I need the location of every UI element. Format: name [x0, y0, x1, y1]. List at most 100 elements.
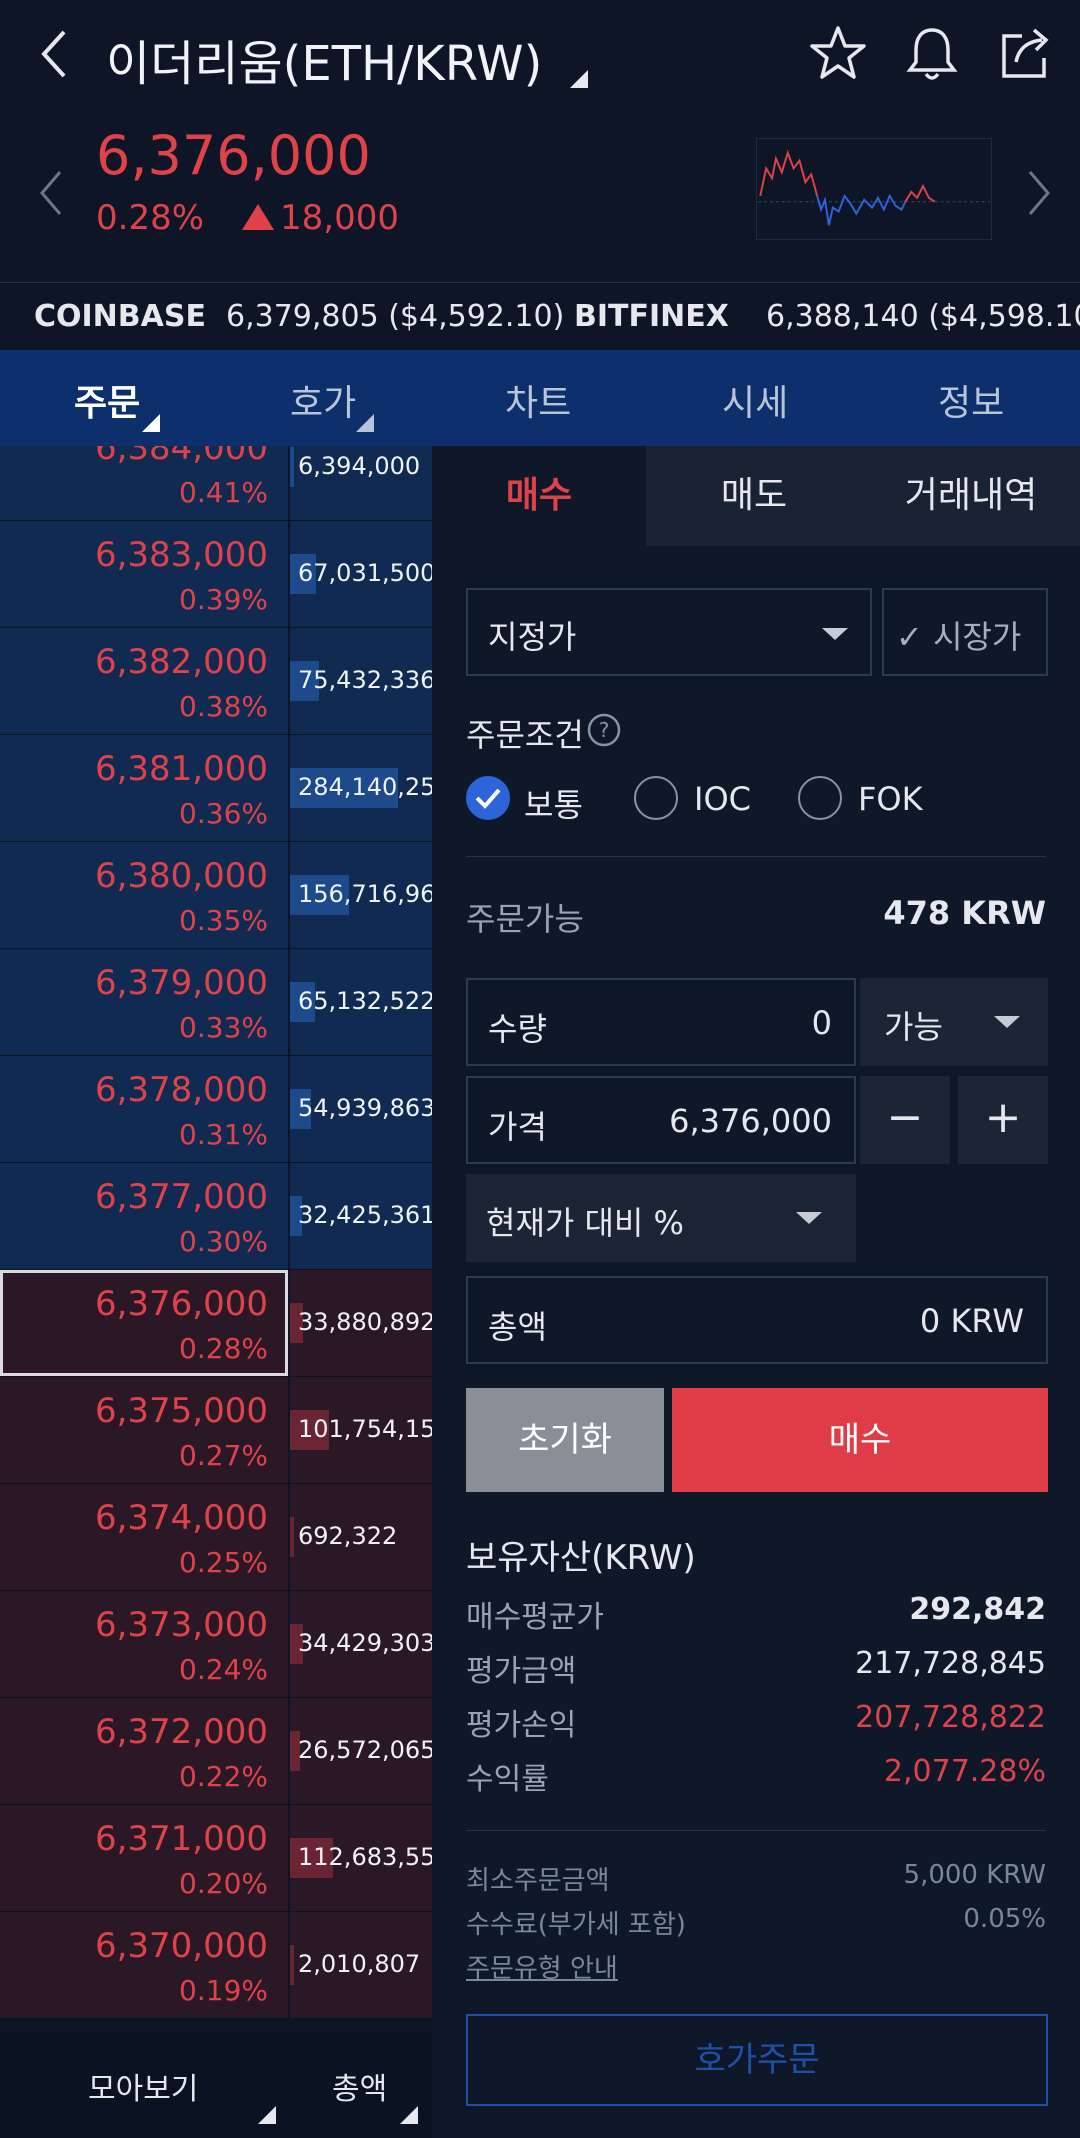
price-cell[interactable]: 6,383,000 0.39%: [0, 521, 288, 627]
exchange-name: COINBASE: [34, 299, 206, 334]
orderbook-order-button[interactable]: 호가주문: [466, 2014, 1048, 2106]
order-book-row-current[interactable]: 6,376,000 0.28% 33,880,892: [0, 1270, 432, 1377]
mini-price-chart[interactable]: [756, 138, 992, 240]
price-cell[interactable]: 6,372,000 0.22%: [0, 1698, 288, 1804]
tab-buy[interactable]: 매수: [432, 446, 646, 546]
quantity-input[interactable]: 수량 0: [466, 978, 856, 1066]
price-cell[interactable]: 6,382,000 0.38%: [0, 628, 288, 734]
group-view-button[interactable]: 모아보기: [88, 2064, 198, 2108]
order-book-row[interactable]: 6,378,000 0.31% 54,939,863: [0, 1056, 432, 1163]
order-book-footer: 모아보기 총액: [0, 2032, 432, 2138]
row-volume: 6,394,000: [298, 452, 421, 480]
radio-ioc[interactable]: [634, 776, 678, 820]
top-bar: 이더리움(ETH/KRW): [0, 0, 1080, 110]
reset-button[interactable]: 초기화: [466, 1388, 664, 1492]
order-book-row[interactable]: 6,384,000 0.41% 6,394,000: [0, 446, 432, 521]
row-pct: 0.30%: [179, 1225, 268, 1258]
row-price: 6,374,000: [94, 1498, 268, 1538]
volume-bar: [290, 447, 294, 487]
row-pct: 0.19%: [179, 1974, 268, 2007]
price-cell[interactable]: 6,378,000 0.31%: [0, 1056, 288, 1162]
row-pct: 0.27%: [179, 1439, 268, 1472]
price-cell[interactable]: 6,370,000 0.19%: [0, 1912, 288, 2018]
volume-cell: 692,322: [290, 1484, 432, 1590]
price-decrease-button[interactable]: −: [860, 1076, 950, 1164]
page-title[interactable]: 이더리움(ETH/KRW): [106, 24, 542, 94]
order-type-select[interactable]: 지정가: [466, 588, 872, 676]
price-input[interactable]: 가격 6,376,000: [466, 1076, 856, 1164]
price-cell[interactable]: 6,374,000 0.25%: [0, 1484, 288, 1590]
price-cell[interactable]: 6,373,000 0.24%: [0, 1591, 288, 1697]
order-book-row[interactable]: 6,379,000 0.33% 65,132,522: [0, 949, 432, 1056]
row-pct: 0.35%: [179, 904, 268, 937]
price-increase-button[interactable]: +: [958, 1076, 1048, 1164]
quantity-option-value: 가능: [884, 1008, 943, 1046]
chevron-down-icon: [796, 1212, 822, 1224]
tab-order[interactable]: 주문: [74, 374, 140, 426]
price-cell[interactable]: 6,376,000 0.28%: [0, 1270, 288, 1376]
market-order-toggle[interactable]: ✓ 시장가: [882, 588, 1048, 676]
prev-coin-arrow-icon[interactable]: [36, 168, 66, 218]
row-pct: 0.24%: [179, 1653, 268, 1686]
help-icon[interactable]: ?: [586, 712, 622, 748]
divider: [466, 1830, 1046, 1831]
order-book-row[interactable]: 6,371,000 0.20% 112,683,553: [0, 1805, 432, 1912]
star-icon[interactable]: [806, 22, 870, 86]
row-price: 6,383,000: [94, 535, 268, 575]
order-book-row[interactable]: 6,374,000 0.25% 692,322: [0, 1484, 432, 1591]
next-coin-arrow-icon[interactable]: [1024, 168, 1054, 218]
radio-normal[interactable]: [466, 776, 510, 820]
back-arrow-icon[interactable]: [34, 24, 78, 84]
price-cell[interactable]: 6,377,000 0.30%: [0, 1163, 288, 1269]
order-book-row[interactable]: 6,370,000 0.19% 2,010,807: [0, 1912, 432, 2019]
row-pct: 0.20%: [179, 1867, 268, 1900]
exchange-price: 6,379,805 ($4,592.10): [226, 299, 565, 334]
buy-button[interactable]: 매수: [672, 1388, 1048, 1492]
tab-orderbook[interactable]: 호가: [290, 374, 356, 426]
quantity-label: 수량: [488, 1010, 547, 1048]
return-rate-value: 2,077.28%: [883, 1754, 1046, 1789]
ratio-select[interactable]: 현재가 대비 %: [466, 1174, 856, 1262]
order-book-row[interactable]: 6,383,000 0.39% 67,031,500: [0, 521, 432, 628]
main-tab-bar: 주문 호가 차트 시세 정보: [0, 350, 1080, 446]
price-cell[interactable]: 6,379,000 0.33%: [0, 949, 288, 1055]
order-book-row[interactable]: 6,382,000 0.38% 75,432,336: [0, 628, 432, 735]
row-volume: 101,754,151: [298, 1415, 432, 1443]
order-book-row[interactable]: 6,381,000 0.36% 284,140,253: [0, 735, 432, 842]
total-input[interactable]: 총액 0 KRW: [466, 1276, 1048, 1364]
eval-pl-label: 평가손익: [466, 1708, 577, 1743]
tab-info[interactable]: 정보: [938, 374, 1004, 426]
order-book-row[interactable]: 6,375,000 0.27% 101,754,151: [0, 1377, 432, 1484]
share-icon[interactable]: [994, 22, 1058, 86]
tab-chart[interactable]: 차트: [505, 374, 571, 426]
price-cell[interactable]: 6,375,000 0.27%: [0, 1377, 288, 1483]
price-cell[interactable]: 6,380,000 0.35%: [0, 842, 288, 948]
total-toggle-button[interactable]: 총액: [332, 2064, 387, 2108]
order-type-guide-link[interactable]: 주문유형 안내: [466, 1948, 618, 1985]
price-cell[interactable]: 6,371,000 0.20%: [0, 1805, 288, 1911]
order-book-row[interactable]: 6,377,000 0.30% 32,425,361: [0, 1163, 432, 1270]
tab-history[interactable]: 거래내역: [862, 446, 1080, 546]
tab-sell[interactable]: 매도: [646, 446, 862, 546]
price-cell[interactable]: 6,384,000 0.41%: [0, 446, 288, 520]
row-price: 6,373,000: [94, 1605, 268, 1645]
volume-cell: 26,572,065: [290, 1698, 432, 1804]
quantity-value: 0: [811, 1004, 832, 1042]
total-dropdown-icon: [400, 2106, 418, 2124]
bell-icon[interactable]: [900, 22, 964, 86]
tab-market[interactable]: 시세: [722, 374, 788, 426]
row-price: 6,372,000: [94, 1712, 268, 1752]
row-volume: 67,031,500: [298, 559, 432, 587]
radio-fok[interactable]: [798, 776, 842, 820]
order-book-row[interactable]: 6,380,000 0.35% 156,716,967: [0, 842, 432, 949]
price-cell[interactable]: 6,381,000 0.36%: [0, 735, 288, 841]
row-price: 6,382,000: [94, 642, 268, 682]
volume-cell: 32,425,361: [290, 1163, 432, 1269]
row-volume: 54,939,863: [298, 1094, 432, 1122]
order-book-row[interactable]: 6,373,000 0.24% 34,429,303: [0, 1591, 432, 1698]
row-price: 6,379,000: [94, 963, 268, 1003]
quantity-option-select[interactable]: 가능: [860, 978, 1048, 1066]
title-dropdown-icon[interactable]: [570, 70, 588, 88]
order-book-row[interactable]: 6,372,000 0.22% 26,572,065: [0, 1698, 432, 1805]
row-price: 6,381,000: [94, 749, 268, 789]
